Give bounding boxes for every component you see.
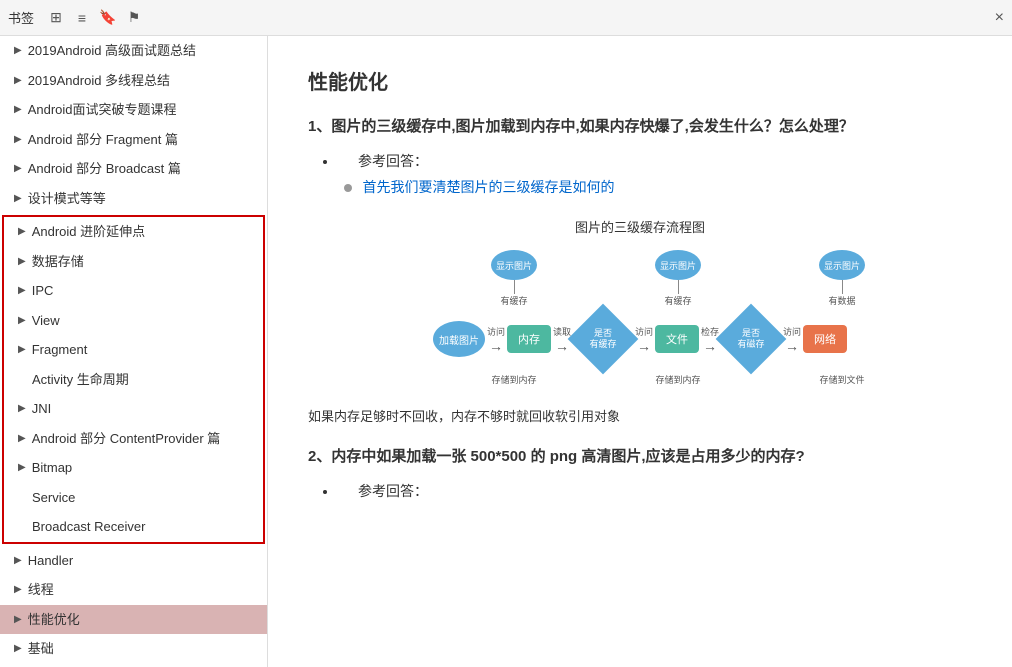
red-border-group: ▶ Android 进阶延伸点 ▶ 数据存储 ▶ IPC ▶ View ▶ Fr…	[2, 215, 265, 544]
note-text: 如果内存足够时不回收，内存不够时就回收软引用对象	[308, 406, 972, 425]
content-area: 性能优化 1、图片的三级缓存中,图片加载到内存中,如果内存快爆了,会发生什么？怎…	[268, 36, 1012, 667]
sidebar-item-view[interactable]: ▶ View	[4, 306, 263, 336]
arrow-icon: ▶	[14, 641, 22, 656]
page-title: 性能优化	[308, 66, 972, 95]
sidebar-item-datastorage[interactable]: ▶ 数据存储	[4, 247, 263, 277]
arrow-icon: ▶	[14, 43, 22, 58]
arrow-icon: ▶	[14, 191, 22, 206]
sidebar-item-basics[interactable]: ▶ 基础	[0, 634, 267, 664]
flag-icon[interactable]: ⚑	[124, 8, 144, 28]
network-node: 网络	[803, 325, 847, 353]
grid-icon[interactable]: ⊞	[46, 8, 66, 28]
sidebar-item-broadcast-receiver[interactable]: Broadcast Receiver	[4, 512, 263, 542]
sidebar-item-2[interactable]: ▶ 2019Android 多线程总结	[0, 66, 267, 96]
toolbar-icons: ⊞ ≡ 🔖 ⚑	[46, 8, 144, 28]
diagram-title: 图片的三级缓存流程图	[308, 217, 972, 236]
display-img-2: 显示图片	[655, 250, 701, 280]
display-img-1: 显示图片	[491, 250, 537, 280]
sidebar-item-handler[interactable]: ▶ Handler	[0, 546, 267, 576]
bookmark-icon[interactable]: 🔖	[98, 8, 118, 28]
list-icon[interactable]: ≡	[72, 8, 92, 28]
arrow-icon: ▶	[14, 132, 22, 147]
arrow-icon: ▶	[18, 224, 26, 239]
arrow-icon: ▶	[14, 73, 22, 88]
sidebar-item-1[interactable]: ▶ 2019Android 高级面试题总结	[0, 36, 267, 66]
sidebar-item-service[interactable]: Service	[4, 483, 263, 513]
arrow-icon: ▶	[18, 460, 26, 475]
toolbar: 书签 ⊞ ≡ 🔖 ⚑ ×	[0, 0, 1012, 36]
arrow-icon: ▶	[18, 401, 26, 416]
sidebar-item-android-advanced[interactable]: ▶ Android 进阶延伸点	[4, 217, 263, 247]
arrow-icon: ▶	[14, 582, 22, 597]
arrow-icon: ▶	[18, 431, 26, 446]
answer-label-1: 参考回答：	[358, 153, 428, 169]
arrow-icon: ▶	[14, 161, 22, 176]
sidebar-item-activity-lifecycle[interactable]: Activity 生命周期	[4, 365, 263, 395]
sidebar-item-4[interactable]: ▶ Android 部分 Fragment 篇	[0, 125, 267, 155]
arrow-icon: ▶	[18, 313, 26, 328]
diamond-1: 是否有缓存	[589, 328, 616, 350]
sidebar-item-thread[interactable]: ▶ 线程	[0, 575, 267, 605]
main-layout: ▶ 2019Android 高级面试题总结 ▶ 2019Android 多线程总…	[0, 36, 1012, 667]
sidebar-item-fragment[interactable]: ▶ Fragment	[4, 335, 263, 365]
sidebar-item-3[interactable]: ▶ Android面试突破专题课程	[0, 95, 267, 125]
memory-node: 内存	[507, 325, 551, 353]
sidebar-item-jni[interactable]: ▶ JNI	[4, 394, 263, 424]
question-2: 2、内存中如果加载一张 500*500 的 png 高清图片,应该是占用多少的内…	[308, 445, 972, 469]
load-image-node: 加载图片	[433, 321, 485, 357]
sidebar-item-5[interactable]: ▶ Android 部分 Broadcast 篇	[0, 154, 267, 184]
sidebar-item-6[interactable]: ▶ 设计模式等等	[0, 184, 267, 214]
answer-label-2: 参考回答：	[358, 483, 428, 499]
answer-sub-1: 首先我们要清楚图片的三级缓存是如何的	[362, 179, 614, 195]
file-node: 文件	[655, 325, 699, 353]
display-img-3: 显示图片	[819, 250, 865, 280]
question-1: 1、图片的三级缓存中,图片加载到内存中,如果内存快爆了,会发生什么？怎么处理？	[308, 115, 972, 139]
arrow-icon: ▶	[14, 102, 22, 117]
arrow-icon: ▶	[14, 553, 22, 568]
diagram-container: 图片的三级缓存流程图 显示图片 有缓存	[308, 217, 972, 386]
toolbar-label: 书签	[8, 8, 34, 27]
arrow-icon: ▶	[14, 612, 22, 627]
arrow-icon: ▶	[18, 283, 26, 298]
sidebar-item-contentprovider[interactable]: ▶ Android 部分 ContentProvider 篇	[4, 424, 263, 454]
sidebar-item-ipc[interactable]: ▶ IPC	[4, 276, 263, 306]
arrow-icon: ▶	[18, 254, 26, 269]
sidebar-item-bitmap[interactable]: ▶ Bitmap	[4, 453, 263, 483]
arrow-icon: ▶	[18, 342, 26, 357]
diamond-2: 是否有磁存	[738, 328, 765, 350]
close-button[interactable]: ×	[995, 9, 1004, 27]
sidebar-item-perf-opt[interactable]: ▶ 性能优化	[0, 605, 267, 635]
sidebar: ▶ 2019Android 高级面试题总结 ▶ 2019Android 多线程总…	[0, 36, 268, 667]
